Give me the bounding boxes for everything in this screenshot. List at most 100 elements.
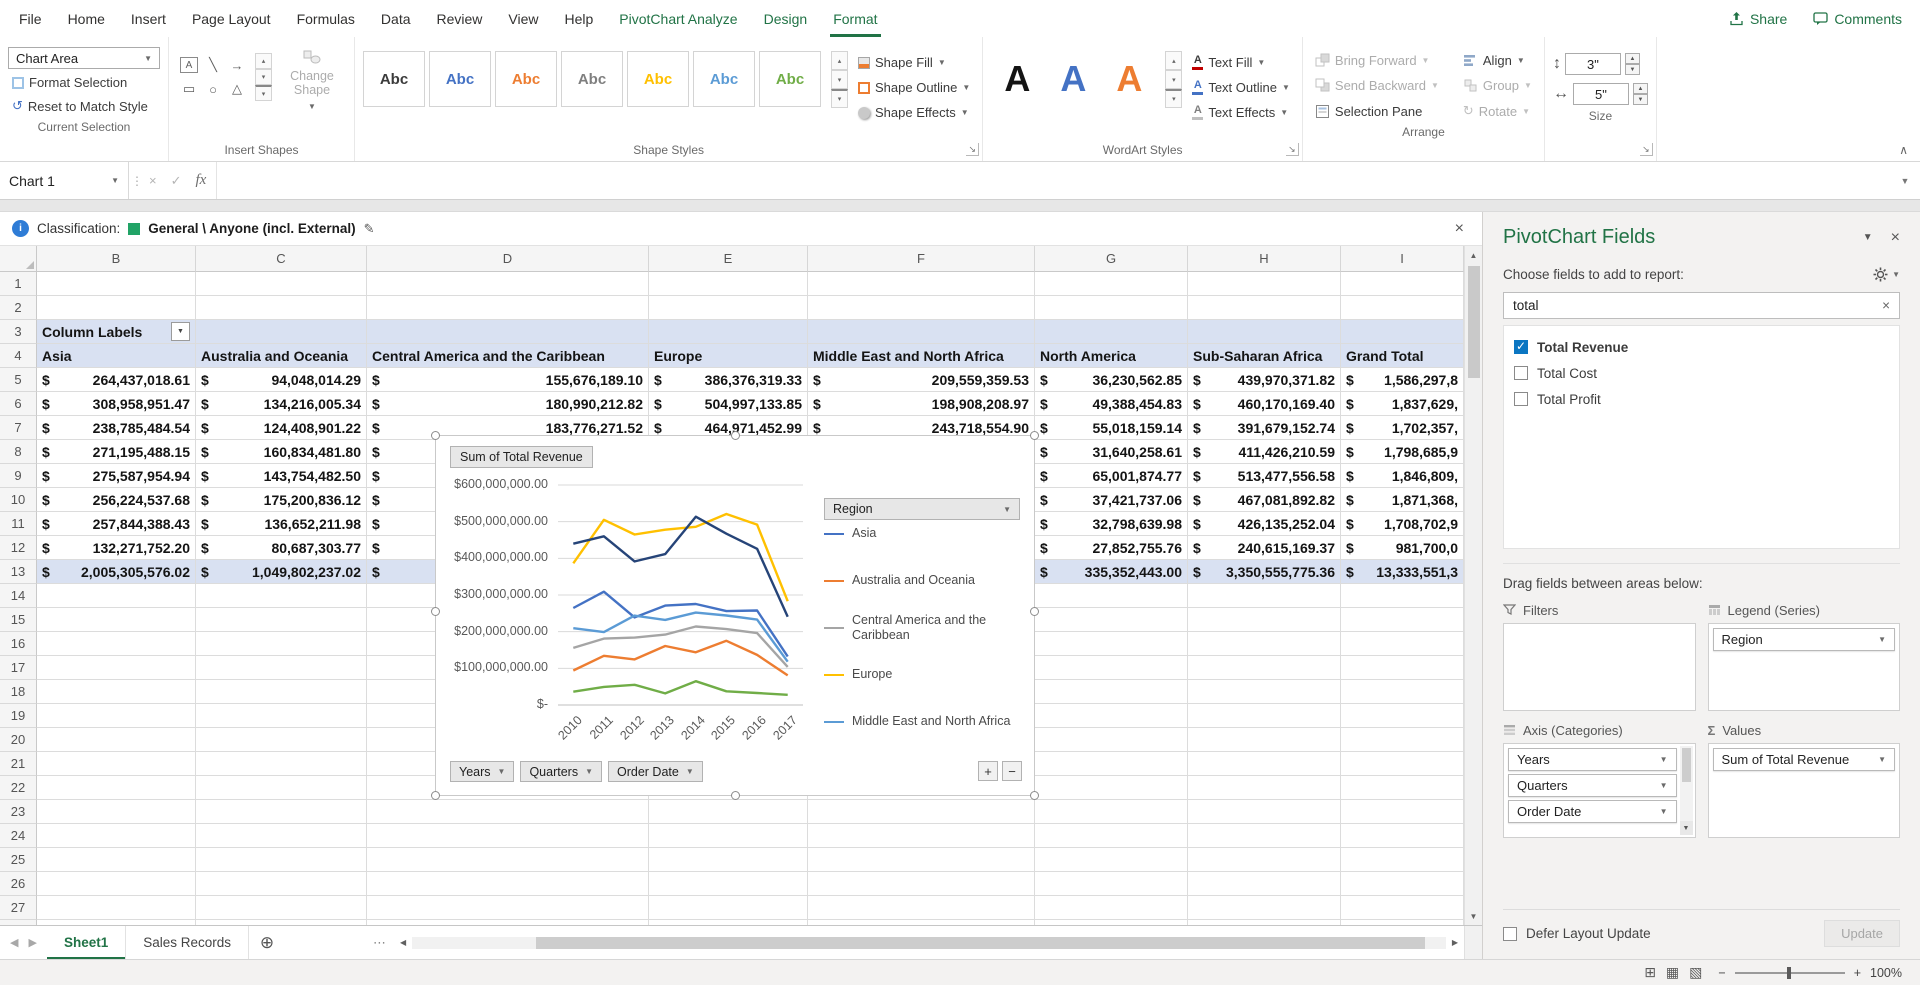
shape-width-input[interactable]: 5" — [1573, 83, 1629, 105]
cell-C25[interactable] — [196, 848, 367, 872]
shape-effects-button[interactable]: Shape Effects▼ — [854, 103, 974, 122]
field-item-total-profit[interactable]: Total Profit — [1510, 386, 1893, 412]
selection-pane-button[interactable]: Selection Pane — [1311, 101, 1443, 121]
cell-C1[interactable] — [196, 272, 367, 296]
field-checkbox[interactable] — [1514, 392, 1528, 406]
pane-close-icon[interactable]: × — [1891, 229, 1900, 247]
cell-H21[interactable] — [1188, 752, 1341, 776]
edit-classification-icon[interactable]: ✎ — [364, 221, 375, 237]
cell-B1[interactable] — [37, 272, 196, 296]
row-header-26[interactable]: 26 — [0, 872, 37, 896]
cell-C20[interactable] — [196, 728, 367, 752]
cell-I20[interactable] — [1341, 728, 1464, 752]
cell-I7[interactable]: $1,702,357, — [1341, 416, 1464, 440]
series-line-australia-and-oceania[interactable] — [573, 641, 787, 676]
cell-B10[interactable]: $256,224,537.68 — [37, 488, 196, 512]
cell-D25[interactable] — [367, 848, 649, 872]
wordart-style-2[interactable]: A — [1047, 51, 1099, 107]
cell-B28[interactable] — [37, 920, 196, 925]
cell-E24[interactable] — [649, 824, 808, 848]
cell-C24[interactable] — [196, 824, 367, 848]
row-header-9[interactable]: 9 — [0, 464, 37, 488]
cell-G22[interactable] — [1035, 776, 1188, 800]
row-header-10[interactable]: 10 — [0, 488, 37, 512]
cell-B18[interactable] — [37, 680, 196, 704]
cell-B7[interactable]: $238,785,484.54 — [37, 416, 196, 440]
cell-F6[interactable]: $198,908,208.97 — [808, 392, 1035, 416]
shape-style-7[interactable]: Abc — [759, 51, 821, 107]
cell-F27[interactable] — [808, 896, 1035, 920]
spin-up-icon[interactable]: ▲ — [1625, 53, 1640, 64]
cell-D24[interactable] — [367, 824, 649, 848]
shape-style-5[interactable]: Abc — [627, 51, 689, 107]
cell-G9[interactable]: $65,001,874.77 — [1035, 464, 1188, 488]
filters-drop-zone[interactable] — [1503, 623, 1696, 711]
cell-H3[interactable] — [1188, 320, 1341, 344]
cancel-icon[interactable]: × — [149, 173, 157, 188]
group-button[interactable]: Group▼ — [1459, 76, 1536, 95]
page-layout-view-icon[interactable]: ▦ — [1666, 964, 1679, 981]
cell-I6[interactable]: $1,837,629, — [1341, 392, 1464, 416]
shape-style-3[interactable]: Abc — [495, 51, 557, 107]
series-line-north-america[interactable] — [573, 681, 787, 695]
row-header-23[interactable]: 23 — [0, 800, 37, 824]
reset-to-match-style-button[interactable]: ↺ Reset to Match Style — [8, 96, 160, 116]
zoom-level[interactable]: 100% — [1870, 966, 1902, 980]
shape-style-6[interactable]: Abc — [693, 51, 755, 107]
cell-C22[interactable] — [196, 776, 367, 800]
cell-B4[interactable]: Asia — [37, 344, 196, 368]
cell-D27[interactable] — [367, 896, 649, 920]
cell-G1[interactable] — [1035, 272, 1188, 296]
row-header-1[interactable]: 1 — [0, 272, 37, 296]
cell-B12[interactable]: $132,271,752.20 — [37, 536, 196, 560]
zoom-slider-thumb[interactable] — [1787, 967, 1791, 979]
cell-I27[interactable] — [1341, 896, 1464, 920]
chart-collapse-icon[interactable]: − — [1002, 761, 1022, 781]
cell-F26[interactable] — [808, 872, 1035, 896]
cell-C14[interactable] — [196, 584, 367, 608]
cell-E6[interactable]: $504,997,133.85 — [649, 392, 808, 416]
cell-H27[interactable] — [1188, 896, 1341, 920]
select-all-button[interactable] — [0, 246, 37, 272]
cell-H15[interactable] — [1188, 608, 1341, 632]
cell-I5[interactable]: $1,586,297,8 — [1341, 368, 1464, 392]
scroll-up-icon[interactable]: ▴ — [255, 53, 272, 69]
cell-H28[interactable] — [1188, 920, 1341, 925]
cell-C10[interactable]: $175,200,836.12 — [196, 488, 367, 512]
cell-B2[interactable] — [37, 296, 196, 320]
cell-G16[interactable] — [1035, 632, 1188, 656]
scroll-left-icon[interactable]: ◀ — [394, 938, 412, 947]
cell-H14[interactable] — [1188, 584, 1341, 608]
cell-F23[interactable] — [808, 800, 1035, 824]
cell-E27[interactable] — [649, 896, 808, 920]
arrow-shape-icon[interactable]: → — [225, 53, 249, 77]
cell-I16[interactable] — [1341, 632, 1464, 656]
cell-G20[interactable] — [1035, 728, 1188, 752]
name-box[interactable]: Chart 1 ▼ — [0, 162, 129, 199]
cell-H6[interactable]: $460,170,169.40 — [1188, 392, 1341, 416]
row-header-3[interactable]: 3 — [0, 320, 37, 344]
cell-D23[interactable] — [367, 800, 649, 824]
cell-I8[interactable]: $1,798,685,9 — [1341, 440, 1464, 464]
row-header-5[interactable]: 5 — [0, 368, 37, 392]
text-outline-button[interactable]: AText Outline▼ — [1188, 78, 1294, 97]
chart-value-field-button[interactable]: Sum of Total Revenue — [450, 446, 593, 468]
legend-drop-zone[interactable]: Region▼ — [1708, 623, 1901, 711]
text-effects-button[interactable]: AText Effects▼ — [1188, 103, 1294, 122]
chart-axis-field-button-quarters[interactable]: Quarters▼ — [520, 761, 602, 782]
row-header-20[interactable]: 20 — [0, 728, 37, 752]
row-header-22[interactable]: 22 — [0, 776, 37, 800]
cell-G7[interactable]: $55,018,159.14 — [1035, 416, 1188, 440]
cell-I28[interactable] — [1341, 920, 1464, 925]
cell-G14[interactable] — [1035, 584, 1188, 608]
defer-layout-update[interactable]: Defer Layout Update — [1503, 926, 1651, 941]
row-header-27[interactable]: 27 — [0, 896, 37, 920]
classification-close-icon[interactable]: × — [1449, 220, 1470, 238]
tab-pivotchart-analyze[interactable]: PivotChart Analyze — [606, 0, 750, 37]
cell-H19[interactable] — [1188, 704, 1341, 728]
text-fill-button[interactable]: AText Fill▼ — [1188, 53, 1294, 72]
cell-F4[interactable]: Middle East and North Africa — [808, 344, 1035, 368]
cell-E5[interactable]: $386,376,319.33 — [649, 368, 808, 392]
axis-scroll-thumb[interactable] — [1682, 748, 1691, 782]
series-line-asia[interactable] — [573, 592, 787, 657]
